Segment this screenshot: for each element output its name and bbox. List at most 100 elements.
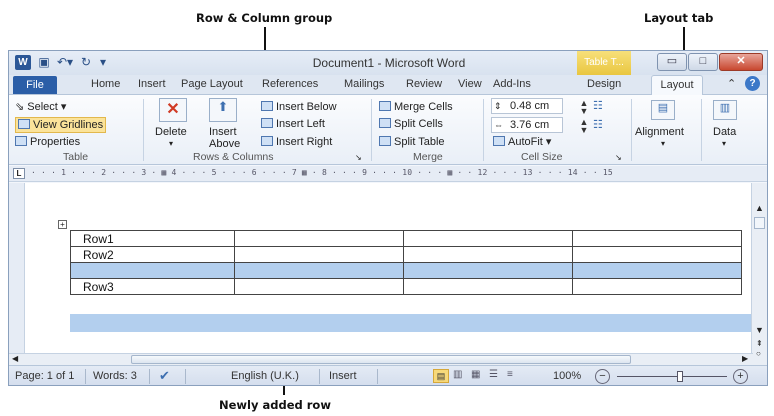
insert-below-button[interactable]: Insert Below: [261, 100, 337, 114]
table-cell[interactable]: [572, 230, 742, 247]
rows-columns-launcher-icon[interactable]: ↘: [355, 151, 362, 165]
zoom-slider-thumb[interactable]: [677, 371, 683, 382]
table-cell[interactable]: [234, 262, 404, 279]
table-cell[interactable]: [403, 278, 573, 295]
title-bar: W ▣ ↶▾ ↻ ▾ Document1 - Microsoft Word Ta…: [9, 51, 767, 75]
delete-icon[interactable]: ✕: [159, 98, 187, 122]
insert-above-label-2[interactable]: Above: [209, 137, 240, 151]
tab-view[interactable]: View: [458, 78, 482, 90]
delete-dropdown-icon[interactable]: ▾: [169, 137, 173, 151]
tab-home[interactable]: Home: [91, 78, 120, 90]
table-tools-contextual: Table T...: [577, 51, 631, 75]
print-layout-icon[interactable]: ▤: [433, 369, 449, 383]
horizontal-scroll-thumb[interactable]: [131, 355, 631, 364]
select-button[interactable]: ⇘ Select ▾: [15, 100, 66, 114]
help-icon[interactable]: ?: [745, 76, 760, 91]
column-width-spinner[interactable]: ▲ ▼: [579, 118, 589, 135]
scroll-down-icon[interactable]: ▼: [755, 325, 764, 335]
outline-icon[interactable]: ☰: [489, 369, 498, 380]
tab-selector-icon[interactable]: L: [13, 168, 25, 179]
tab-mailings[interactable]: Mailings: [344, 78, 384, 90]
table-cell[interactable]: [572, 262, 742, 279]
page-count[interactable]: Page: 1 of 1: [15, 370, 74, 382]
insert-left-button[interactable]: Insert Left: [261, 117, 325, 131]
alignment-button[interactable]: Alignment: [635, 125, 684, 139]
properties-button[interactable]: Properties: [15, 135, 80, 149]
previous-page-icon[interactable]: ⇞: [756, 339, 763, 348]
table-cell[interactable]: [403, 246, 573, 263]
group-label-rows-columns: Rows & Columns: [193, 151, 274, 163]
table-cell[interactable]: [403, 230, 573, 247]
zoom-out-icon[interactable]: −: [595, 369, 610, 384]
table-cell[interactable]: [70, 262, 235, 279]
status-divider: [319, 369, 320, 384]
scroll-right-icon[interactable]: ▶: [742, 354, 748, 363]
insert-mode-indicator[interactable]: Insert: [329, 370, 357, 382]
distribute-rows-icon[interactable]: ☷: [593, 99, 603, 113]
select-browse-object-icon[interactable]: ○: [756, 349, 761, 358]
ribbon: ⇘ Select ▾ View Gridlines Properties Tab…: [9, 95, 767, 165]
tab-file[interactable]: File: [13, 76, 57, 94]
split-cells-button[interactable]: Split Cells: [379, 117, 443, 131]
vertical-scrollbar[interactable]: ▲ ▼ ⇞ ○: [751, 183, 767, 365]
horizontal-scrollbar[interactable]: ◀ ▶: [9, 353, 753, 365]
scroll-up-icon[interactable]: ▲: [755, 203, 764, 213]
status-divider: [149, 369, 150, 384]
group-divider: [631, 99, 632, 161]
alignment-icon[interactable]: ▤: [651, 100, 675, 120]
tab-design[interactable]: Design: [587, 78, 621, 90]
cell-size-launcher-icon[interactable]: ↘: [615, 151, 622, 165]
minimize-ribbon-icon[interactable]: ⌃: [727, 77, 736, 90]
tab-addins[interactable]: Add-Ins: [493, 78, 531, 90]
scroll-thumb[interactable]: [754, 217, 765, 229]
data-icon[interactable]: ▥: [713, 100, 737, 120]
scroll-left-icon[interactable]: ◀: [12, 354, 18, 363]
alignment-dropdown-icon[interactable]: ▾: [661, 137, 665, 151]
document-table[interactable]: Row1 Row2 Row3: [70, 230, 742, 295]
zoom-level[interactable]: 100%: [553, 370, 581, 382]
table-cell[interactable]: Row2: [70, 246, 235, 263]
distribute-columns-icon[interactable]: ☷: [593, 118, 603, 132]
insert-above-icon[interactable]: ⬆: [209, 98, 237, 122]
tab-layout[interactable]: Layout: [651, 75, 703, 96]
view-gridlines-button[interactable]: View Gridlines: [15, 117, 107, 133]
tab-insert[interactable]: Insert: [138, 78, 166, 90]
proofing-icon[interactable]: ✔: [159, 368, 170, 384]
row-height-field[interactable]: 0.48 cm: [491, 98, 563, 114]
zoom-in-icon[interactable]: +: [733, 369, 748, 384]
web-layout-icon[interactable]: ▦: [471, 369, 480, 380]
language-indicator[interactable]: English (U.K.): [231, 370, 299, 382]
split-table-button[interactable]: Split Table: [379, 135, 445, 149]
tab-references[interactable]: References: [262, 78, 318, 90]
table-cell[interactable]: [572, 278, 742, 295]
row-height-spinner[interactable]: ▲ ▼: [579, 99, 589, 116]
insert-right-button[interactable]: Insert Right: [261, 135, 332, 149]
table-cell[interactable]: Row1: [70, 230, 235, 247]
document-page[interactable]: + Row1 Row2 Row3: [25, 183, 754, 353]
data-dropdown-icon[interactable]: ▾: [722, 137, 726, 151]
table-cell[interactable]: [234, 230, 404, 247]
word-count[interactable]: Words: 3: [93, 370, 137, 382]
table-cell[interactable]: [403, 262, 573, 279]
tab-page-layout[interactable]: Page Layout: [181, 78, 243, 90]
vertical-ruler[interactable]: [9, 183, 25, 353]
select-icon: ⇘: [15, 101, 28, 113]
autofit-button[interactable]: AutoFit ▾: [493, 135, 551, 149]
group-label-cell-size: Cell Size: [521, 151, 563, 163]
merge-cells-button[interactable]: Merge Cells: [379, 100, 453, 114]
table-cell[interactable]: Row3: [70, 278, 235, 295]
table-cell[interactable]: [234, 278, 404, 295]
close-button[interactable]: ✕: [719, 53, 763, 71]
tab-review[interactable]: Review: [406, 78, 442, 90]
table-move-handle-icon[interactable]: +: [58, 220, 67, 229]
new-row-selection: [70, 314, 754, 332]
draft-icon[interactable]: ≡: [507, 369, 513, 380]
maximize-button[interactable]: □: [688, 53, 718, 71]
table-cell[interactable]: [234, 246, 404, 263]
table-cell[interactable]: [572, 246, 742, 263]
zoom-slider-track[interactable]: [617, 376, 727, 377]
horizontal-ruler[interactable]: L · · · 1 · · · 2 · · · 3 · ▦ 4 · · · 5 …: [9, 166, 767, 182]
full-screen-reading-icon[interactable]: ▥: [453, 369, 462, 380]
minimize-button[interactable]: ▭: [657, 53, 687, 71]
newly-added-row-annotation: Newly added row: [219, 398, 331, 412]
